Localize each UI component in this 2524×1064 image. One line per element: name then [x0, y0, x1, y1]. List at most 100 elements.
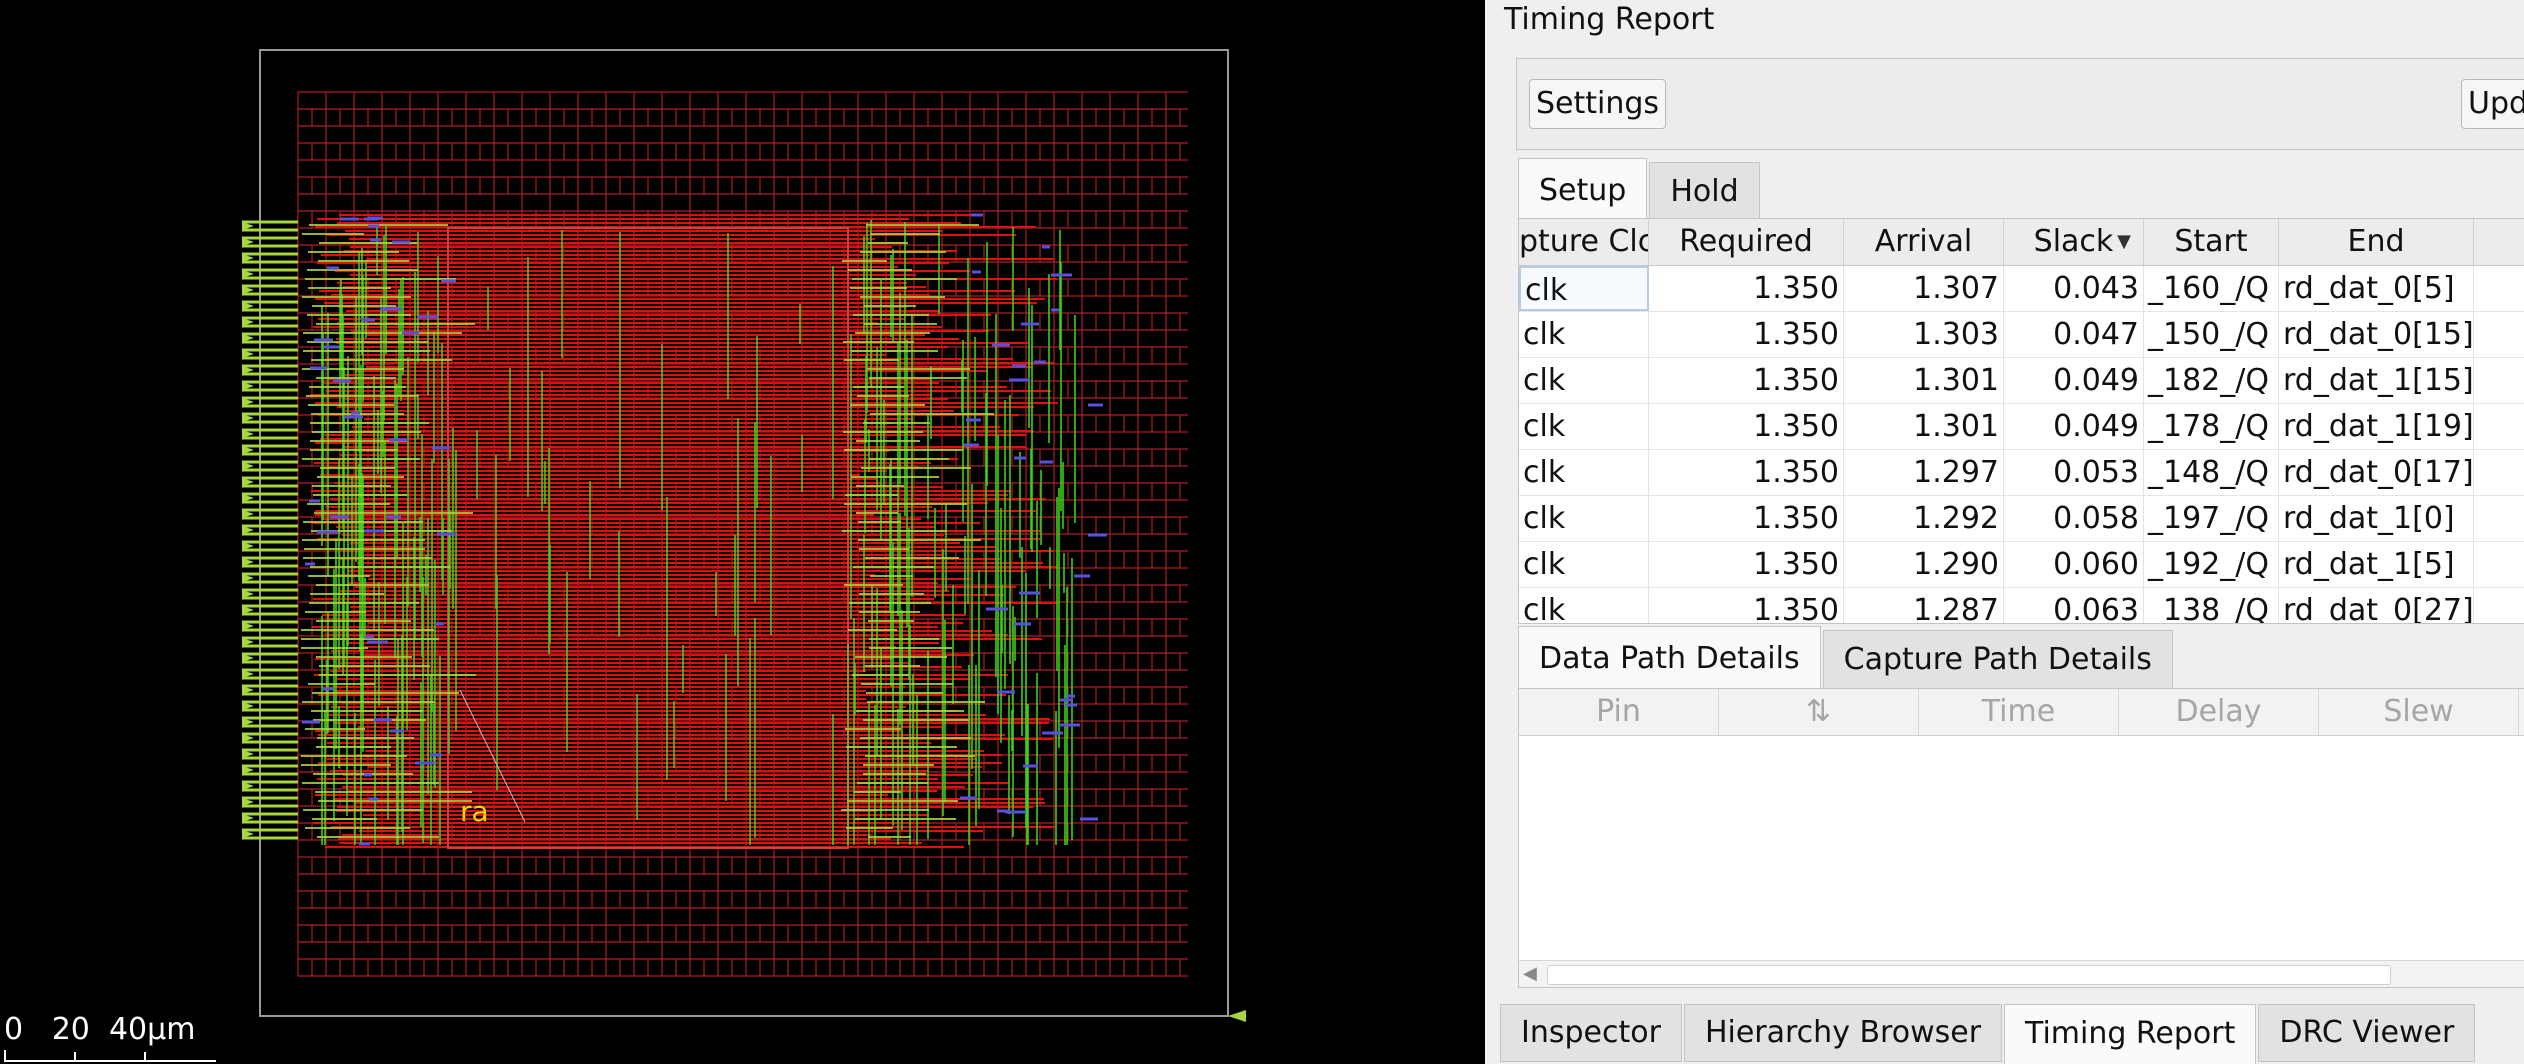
cell-start[interactable]: _197_/Q [2144, 496, 2279, 541]
cell-required[interactable]: 1.350 [1649, 358, 1844, 403]
column-header-slew[interactable]: Slew [2319, 689, 2519, 735]
io-pin-marker [1228, 1010, 1246, 1022]
cell-capture-clock[interactable]: clk [1519, 404, 1649, 449]
cell-arrival[interactable]: 1.301 [1844, 358, 2004, 403]
cell-slack[interactable]: 0.058 [2004, 496, 2144, 541]
cell-arrival[interactable]: 1.292 [1844, 496, 2004, 541]
scale-label: 0 20 40μm [4, 1012, 196, 1047]
cell-end[interactable]: rd_dat_1[19] [2279, 404, 2474, 449]
dock-title: Timing Report [1504, 2, 1715, 37]
cell-capture-clock[interactable]: clk [1519, 358, 1649, 403]
table-row[interactable]: clk 1.350 1.290 0.060 _192_/Q rd_dat_1[5] [1519, 542, 2524, 588]
table-row[interactable]: clk 1.350 1.292 0.058 _197_/Q rd_dat_1[0] [1519, 496, 2524, 542]
scale-tick [74, 1052, 76, 1060]
cell-slack[interactable]: 0.060 [2004, 542, 2144, 587]
tab-drc-viewer[interactable]: DRC Viewer [2258, 1004, 2476, 1062]
table-row[interactable]: clk 1.350 1.303 0.047 _150_/Q rd_dat_0[15] [1519, 312, 2524, 358]
column-header-time[interactable]: Time [1919, 689, 2119, 735]
column-header-capture-clock[interactable]: pture Clc [1519, 219, 1649, 265]
table-row[interactable]: clk 1.350 1.307 0.043 _160_/Q rd_dat_0[5] [1519, 266, 2524, 312]
cell-arrival[interactable]: 1.290 [1844, 542, 2004, 587]
path-detail-tabs: Data Path Details Capture Path Details [1518, 626, 2175, 690]
table-header: pture Clc Required Arrival Slack ▼ Start … [1519, 219, 2524, 266]
scroll-left-icon[interactable]: ◀ [1523, 961, 1537, 987]
toolbar-box: Settings Updat [1516, 58, 2524, 150]
column-header-required[interactable]: Required [1649, 219, 1844, 265]
cell-end[interactable]: rd_dat_1[0] [2279, 496, 2474, 541]
cell-arrival[interactable]: 1.301 [1844, 404, 2004, 449]
cell-start[interactable]: _178_/Q [2144, 404, 2279, 449]
table-body: clk 1.350 1.307 0.043 _160_/Q rd_dat_0[5] clk 1… [1519, 266, 2524, 623]
cell-capture-clock[interactable]: clk [1519, 588, 1649, 623]
cell-required[interactable]: 1.350 [1649, 266, 1844, 311]
cell-arrival[interactable]: 1.303 [1844, 312, 2004, 357]
cell-required[interactable]: 1.350 [1649, 312, 1844, 357]
cell-slack[interactable]: 0.063 [2004, 588, 2144, 623]
cell-slack[interactable]: 0.053 [2004, 450, 2144, 495]
cell-slack[interactable]: 0.047 [2004, 312, 2144, 357]
column-header-arrival[interactable]: Arrival [1844, 219, 2004, 265]
cell-start[interactable]: _192_/Q [2144, 542, 2279, 587]
tab-hold[interactable]: Hold [1649, 162, 1760, 222]
cell-start[interactable]: _138_/Q [2144, 588, 2279, 623]
layout-canvas[interactable] [0, 0, 1485, 1064]
path-type-tabs: Setup Hold [1518, 158, 1762, 222]
cell-required[interactable]: 1.350 [1649, 450, 1844, 495]
column-header-start[interactable]: Start [2144, 219, 2279, 265]
cell-required[interactable]: 1.350 [1649, 542, 1844, 587]
cell-slack[interactable]: 0.043 [2004, 266, 2144, 311]
instance-label: ra [460, 795, 489, 828]
cell-start[interactable]: _160_/Q [2144, 266, 2279, 311]
tab-timing-report[interactable]: Timing Report [2004, 1004, 2257, 1064]
path-details-table[interactable]: Pin ⇅ Time Delay Slew ◀ [1518, 688, 2524, 988]
die-boundary [259, 49, 1229, 1017]
tab-setup[interactable]: Setup [1518, 158, 1648, 222]
tab-inspector[interactable]: Inspector [1500, 1004, 1682, 1062]
cell-required[interactable]: 1.350 [1649, 496, 1844, 541]
scale-bar [4, 1050, 216, 1062]
cell-capture-clock[interactable]: clk [1519, 312, 1649, 357]
cell-end[interactable]: rd_dat_0[17] [2279, 450, 2474, 495]
sort-descending-icon: ▼ [2117, 231, 2131, 252]
table-row[interactable]: clk 1.350 1.297 0.053 _148_/Q rd_dat_0[17] [1519, 450, 2524, 496]
table-row[interactable]: clk 1.350 1.301 0.049 _182_/Q rd_dat_1[15] [1519, 358, 2524, 404]
detail-header: Pin ⇅ Time Delay Slew [1519, 689, 2524, 736]
cell-start[interactable]: _150_/Q [2144, 312, 2279, 357]
cell-capture-clock[interactable]: clk [1519, 496, 1649, 541]
cell-start[interactable]: _148_/Q [2144, 450, 2279, 495]
cell-end[interactable]: rd_dat_0[5] [2279, 266, 2474, 311]
horizontal-scrollbar[interactable]: ◀ [1519, 960, 2524, 987]
tab-hierarchy-browser[interactable]: Hierarchy Browser [1683, 1004, 2003, 1062]
column-header-end[interactable]: End [2279, 219, 2474, 265]
table-row[interactable]: clk 1.350 1.301 0.049 _178_/Q rd_dat_1[19] [1519, 404, 2524, 450]
cell-start[interactable]: _182_/Q [2144, 358, 2279, 403]
cell-end[interactable]: rd_dat_0[15] [2279, 312, 2474, 357]
cell-capture-clock[interactable]: clk [1519, 450, 1649, 495]
cell-required[interactable]: 1.350 [1649, 588, 1844, 623]
table-row[interactable]: clk 1.350 1.287 0.063 _138_/Q rd_dat_0[27] [1519, 588, 2524, 623]
timing-paths-table[interactable]: pture Clc Required Arrival Slack ▼ Start … [1518, 218, 2524, 624]
cell-end[interactable]: rd_dat_1[5] [2279, 542, 2474, 587]
cell-end[interactable]: rd_dat_1[15] [2279, 358, 2474, 403]
layout-viewer[interactable]: ra 0 20 40μm [0, 0, 1485, 1064]
cell-capture-clock[interactable]: clk [1519, 542, 1649, 587]
tab-data-path-details[interactable]: Data Path Details [1518, 626, 1821, 690]
cell-end[interactable]: rd_dat_0[27] [2279, 588, 2474, 623]
cell-arrival[interactable]: 1.307 [1844, 266, 2004, 311]
column-header-delay[interactable]: Delay [2119, 689, 2319, 735]
cell-arrival[interactable]: 1.287 [1844, 588, 2004, 623]
cell-arrival[interactable]: 1.297 [1844, 450, 2004, 495]
cell-slack[interactable]: 0.049 [2004, 358, 2144, 403]
cell-slack[interactable]: 0.049 [2004, 404, 2144, 449]
scrollbar-thumb[interactable] [1547, 965, 2391, 985]
settings-button[interactable]: Settings [1529, 79, 1667, 129]
cell-required[interactable]: 1.350 [1649, 404, 1844, 449]
sort-toggle-icon[interactable]: ⇅ [1719, 689, 1919, 735]
tab-capture-path-details[interactable]: Capture Path Details [1822, 630, 2173, 690]
column-header-slack-label: Slack [2033, 224, 2114, 259]
update-button[interactable]: Updat [2461, 79, 2524, 129]
dock-bottom-tabs: Inspector Hierarchy Browser Timing Repor… [1500, 1004, 2477, 1064]
column-header-pin[interactable]: Pin [1519, 689, 1719, 735]
cell-capture-clock[interactable]: clk [1519, 266, 1649, 311]
column-header-slack[interactable]: Slack ▼ [2004, 219, 2144, 265]
